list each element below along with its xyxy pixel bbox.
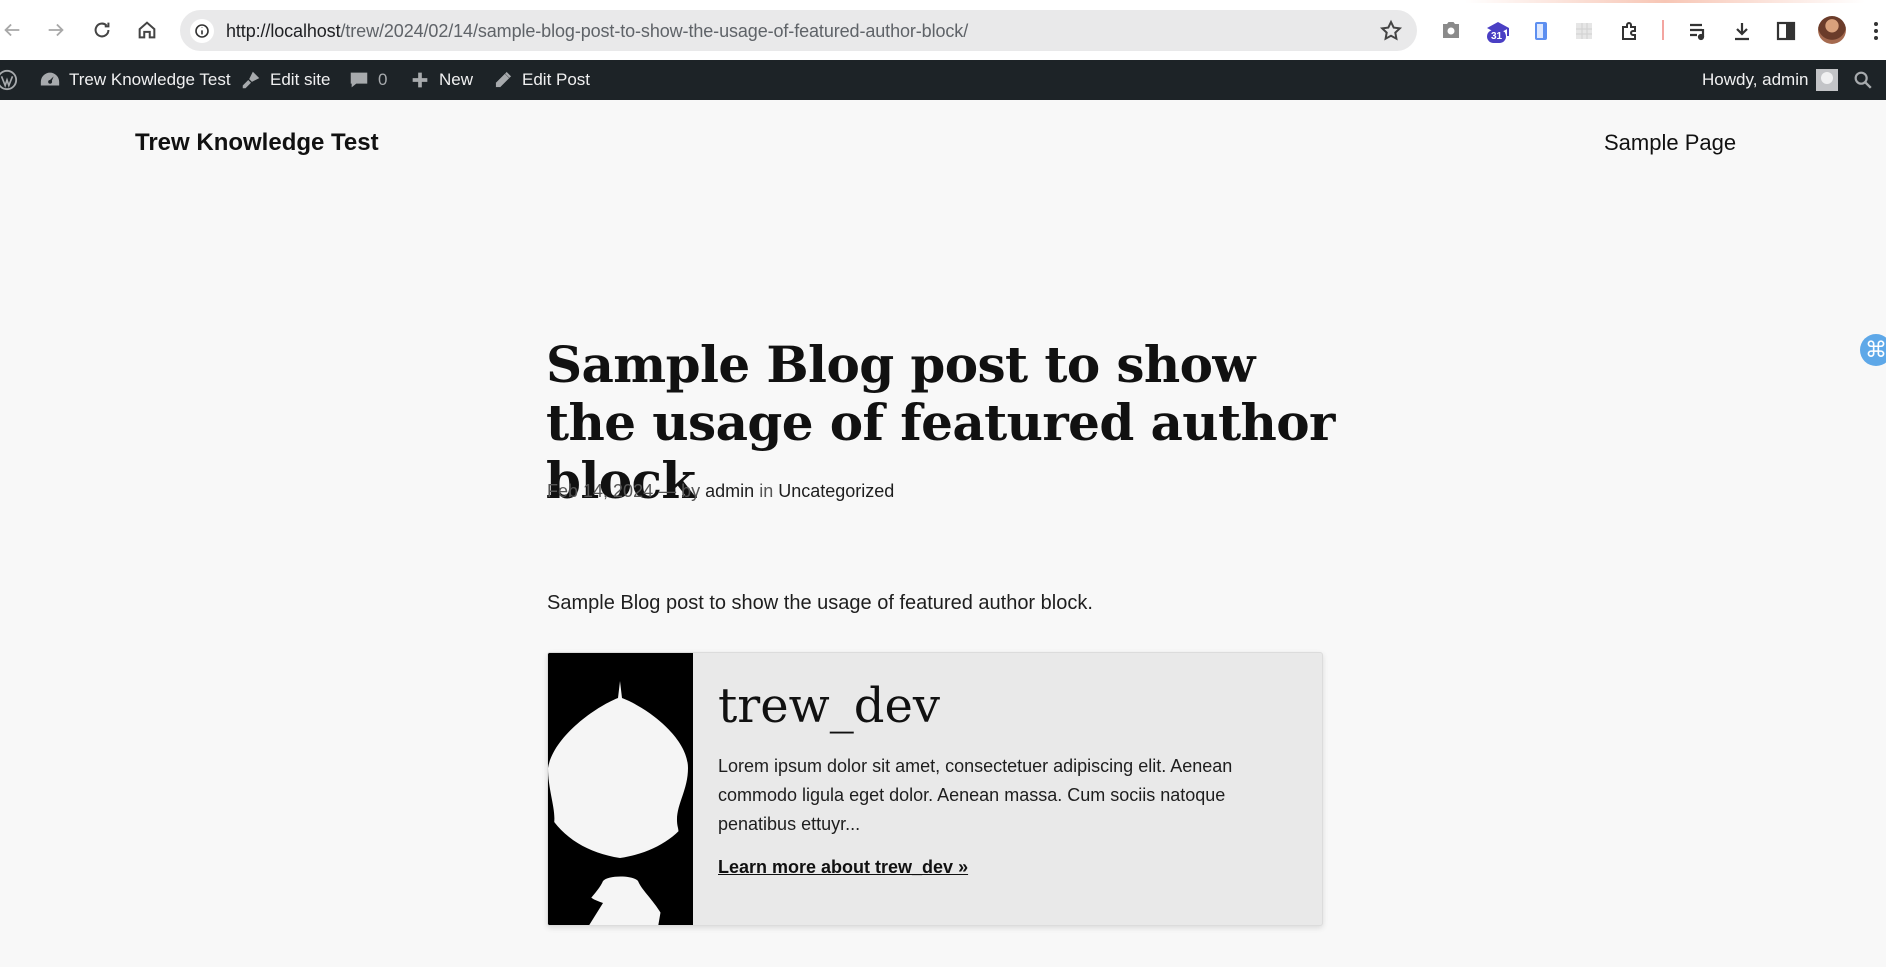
dashboard-icon <box>40 72 60 86</box>
camera-icon[interactable] <box>1437 17 1465 45</box>
arrow-left-icon <box>4 23 20 37</box>
url-host: http://localhost <box>226 21 341 41</box>
url-text[interactable]: http://localhost/trew/2024/02/14/sample-… <box>226 21 968 42</box>
new-content-button[interactable]: New <box>409 60 473 100</box>
download-icon[interactable] <box>1728 17 1756 45</box>
admin-site-name[interactable]: Trew Knowledge Test <box>39 60 231 100</box>
extensions-puzzle-icon[interactable] <box>1616 17 1644 45</box>
author-name: trew_dev <box>718 678 940 734</box>
forward-button[interactable] <box>38 12 74 48</box>
comment-icon <box>350 72 368 88</box>
edit-site-label: Edit site <box>270 70 331 89</box>
wordpress-logo-button[interactable] <box>0 60 18 100</box>
tab-strip-accent <box>1465 0 1865 3</box>
post-category-link[interactable]: Uncategorized <box>778 481 894 501</box>
address-bar[interactable]: http://localhost/trew/2024/02/14/sample-… <box>180 10 1417 51</box>
admin-search-button[interactable] <box>1852 60 1874 100</box>
admin-site-name-label: Trew Knowledge Test <box>69 70 231 89</box>
profile-avatar[interactable] <box>1818 16 1846 44</box>
learn-more-author-link[interactable]: Learn more about trew_dev » <box>718 857 968 878</box>
site-info-icon[interactable] <box>190 19 214 43</box>
wordpress-logo-icon <box>0 69 18 91</box>
comments-button[interactable]: 0 <box>348 60 387 100</box>
meta-by: by <box>681 481 701 501</box>
extension-badge: 31 <box>1487 30 1507 43</box>
my-account-menu[interactable]: Howdy, admin <box>1702 60 1839 100</box>
grid-extension-icon[interactable] <box>1570 17 1598 45</box>
clipboard-icon[interactable] <box>1527 17 1555 45</box>
bookmark-star-icon[interactable] <box>1379 19 1403 43</box>
author-bio: Lorem ipsum dolor sit amet, consectetuer… <box>718 756 1233 834</box>
browser-toolbar: http://localhost/trew/2024/02/14/sample-… <box>0 0 1886 60</box>
command-shortcut-icon[interactable]: ⌘ <box>1860 334 1886 366</box>
author-avatar <box>548 653 693 925</box>
back-button[interactable] <box>0 12 30 48</box>
url-path: /trew/2024/02/14/sample-blog-post-to-sho… <box>340 21 969 41</box>
admin-avatar <box>1816 69 1839 91</box>
new-label: New <box>439 70 474 89</box>
wp-admin-bar: Trew Knowledge Test Edit site 0 New Edit… <box>0 60 1886 100</box>
nav-link-sample-page[interactable]: Sample Page <box>1604 130 1736 156</box>
home-icon <box>138 21 156 39</box>
post-author-link[interactable]: admin <box>705 481 754 501</box>
side-panel-icon[interactable] <box>1772 17 1800 45</box>
pencil-icon <box>495 71 512 88</box>
post-date[interactable]: Feb 14, 2024 <box>547 481 653 501</box>
default-avatar-silhouette-icon <box>548 653 693 925</box>
comments-count: 0 <box>378 70 388 89</box>
reload-icon <box>94 22 110 38</box>
howdy-label: Howdy, admin <box>1702 70 1809 89</box>
reload-button[interactable] <box>84 12 120 48</box>
post-meta: Feb 14, 2024 — by admin in Uncategorized <box>547 481 894 502</box>
post-excerpt: Sample Blog post to show the usage of fe… <box>547 592 1093 614</box>
toolbar-divider <box>1662 20 1664 40</box>
edit-post-button[interactable]: Edit Post <box>492 60 590 100</box>
search-icon <box>1854 71 1872 89</box>
kebab-menu-icon[interactable] <box>1862 17 1886 45</box>
meta-in: in <box>759 481 774 501</box>
brush-icon <box>242 71 260 89</box>
meta-separator: — <box>658 481 677 501</box>
media-queue-icon[interactable] <box>1684 17 1712 45</box>
home-button[interactable] <box>129 12 165 48</box>
arrow-right-icon <box>48 23 64 37</box>
site-title[interactable]: Trew Knowledge Test <box>135 129 379 157</box>
featured-author-card: trew_dev Lorem ipsum dolor sit amet, con… <box>547 652 1323 926</box>
edit-post-label: Edit Post <box>522 70 591 89</box>
edit-site-button[interactable]: Edit site <box>240 60 330 100</box>
plus-icon <box>412 72 428 88</box>
